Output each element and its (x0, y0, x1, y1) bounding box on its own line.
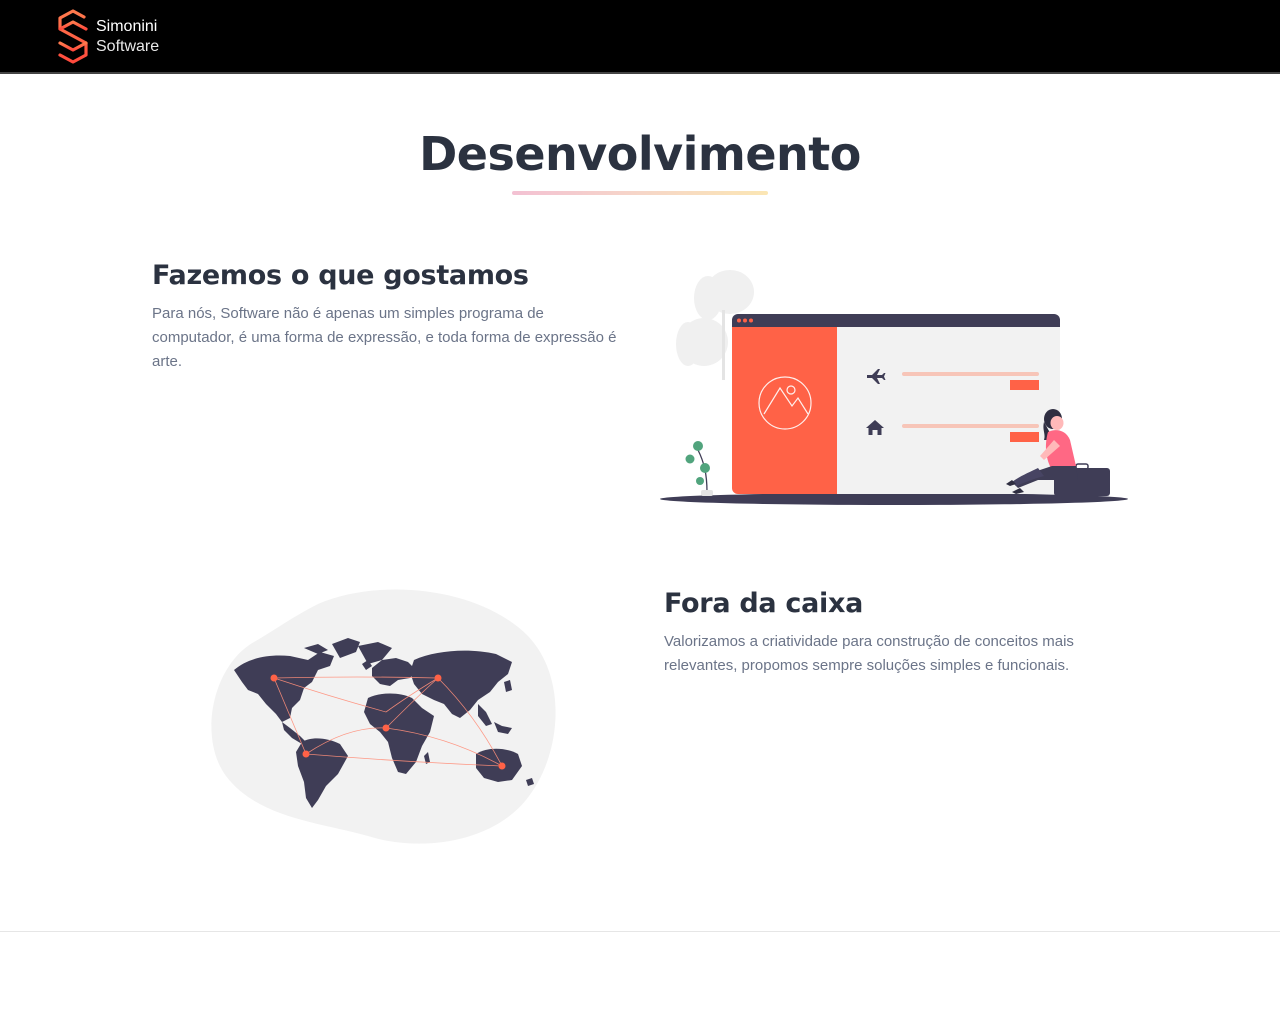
feature-title-fora-da-caixa: Fora da caixa (664, 588, 863, 619)
navbar: Simonini Software (0, 0, 1280, 74)
simonini-logo-icon (58, 9, 88, 64)
feature-text-fazemos: Para nós, Software não é apenas um simpl… (152, 305, 617, 370)
travel-booking-illustration (660, 270, 1128, 505)
browser-window (732, 314, 1060, 494)
footer-divider (0, 931, 1280, 932)
feature-text-fora-da-caixa: Valorizamos a criatividade para construç… (664, 633, 1074, 674)
world-map-illustration (211, 589, 556, 844)
brand-name: Simonini Software (96, 17, 159, 57)
page-title: Desenvolvimento (419, 127, 861, 181)
feature-title-fazemos: Fazemos o que gostamos (152, 260, 529, 291)
brand-name-line1: Simonini (96, 18, 158, 35)
small-plant (685, 441, 713, 496)
brand-logo-link[interactable]: Simonini Software (54, 9, 159, 65)
title-underline (512, 191, 768, 195)
brand-name-line2: Software (96, 38, 160, 55)
